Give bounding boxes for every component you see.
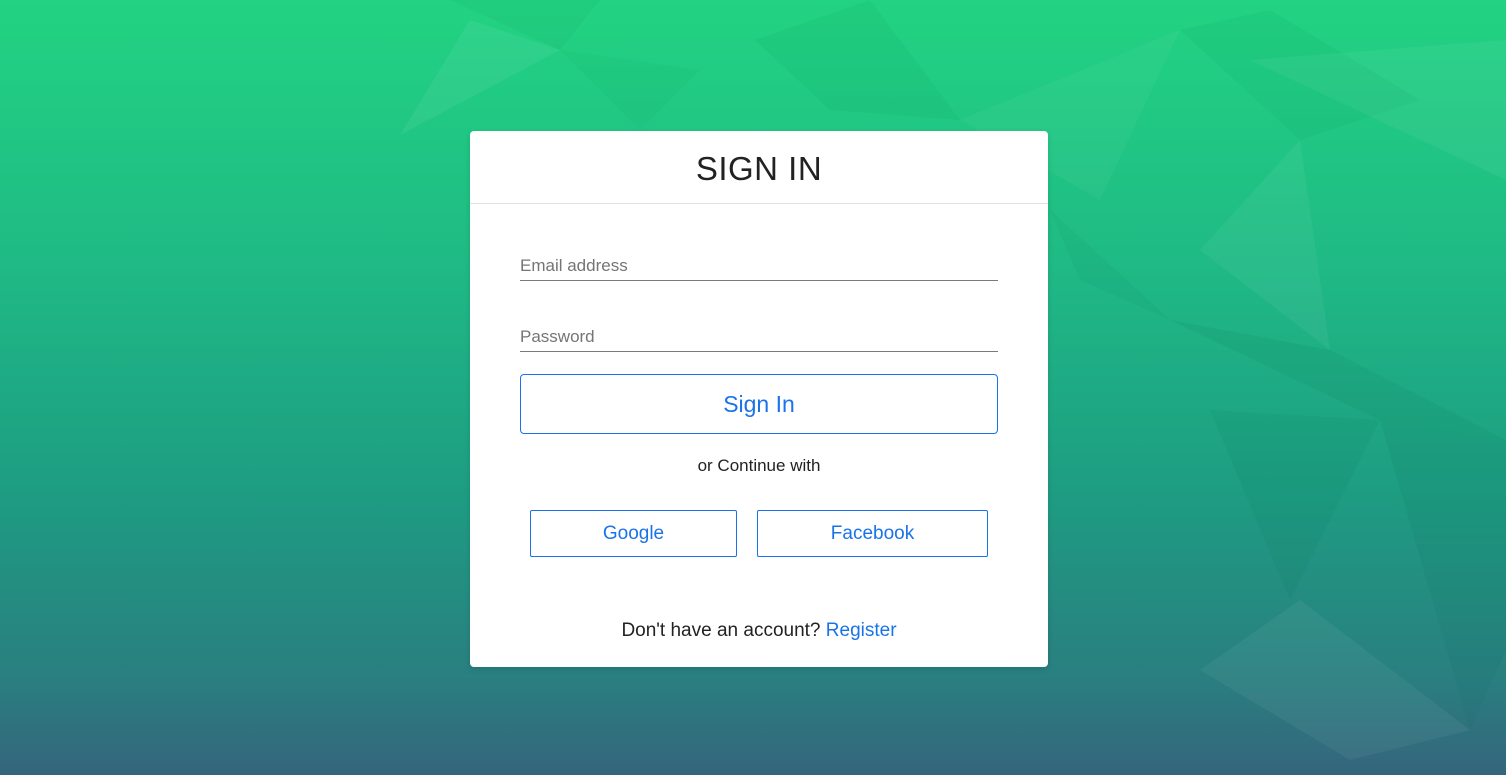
register-prompt: Don't have an account? Register xyxy=(470,620,1048,642)
register-prompt-text: Don't have an account? xyxy=(621,620,821,641)
facebook-button[interactable]: Facebook xyxy=(757,510,988,557)
continue-with-label: or Continue with xyxy=(697,456,821,475)
page-title: SIGN IN xyxy=(695,150,823,187)
password-field[interactable] xyxy=(520,323,998,352)
card-header: SIGN IN xyxy=(470,131,1048,204)
sign-in-button[interactable]: Sign In xyxy=(520,374,998,434)
signin-card: SIGN IN Sign In or Continue with Google … xyxy=(470,131,1048,667)
register-link[interactable]: Register xyxy=(826,620,897,641)
email-field[interactable] xyxy=(520,252,998,281)
google-button[interactable]: Google xyxy=(530,510,737,557)
